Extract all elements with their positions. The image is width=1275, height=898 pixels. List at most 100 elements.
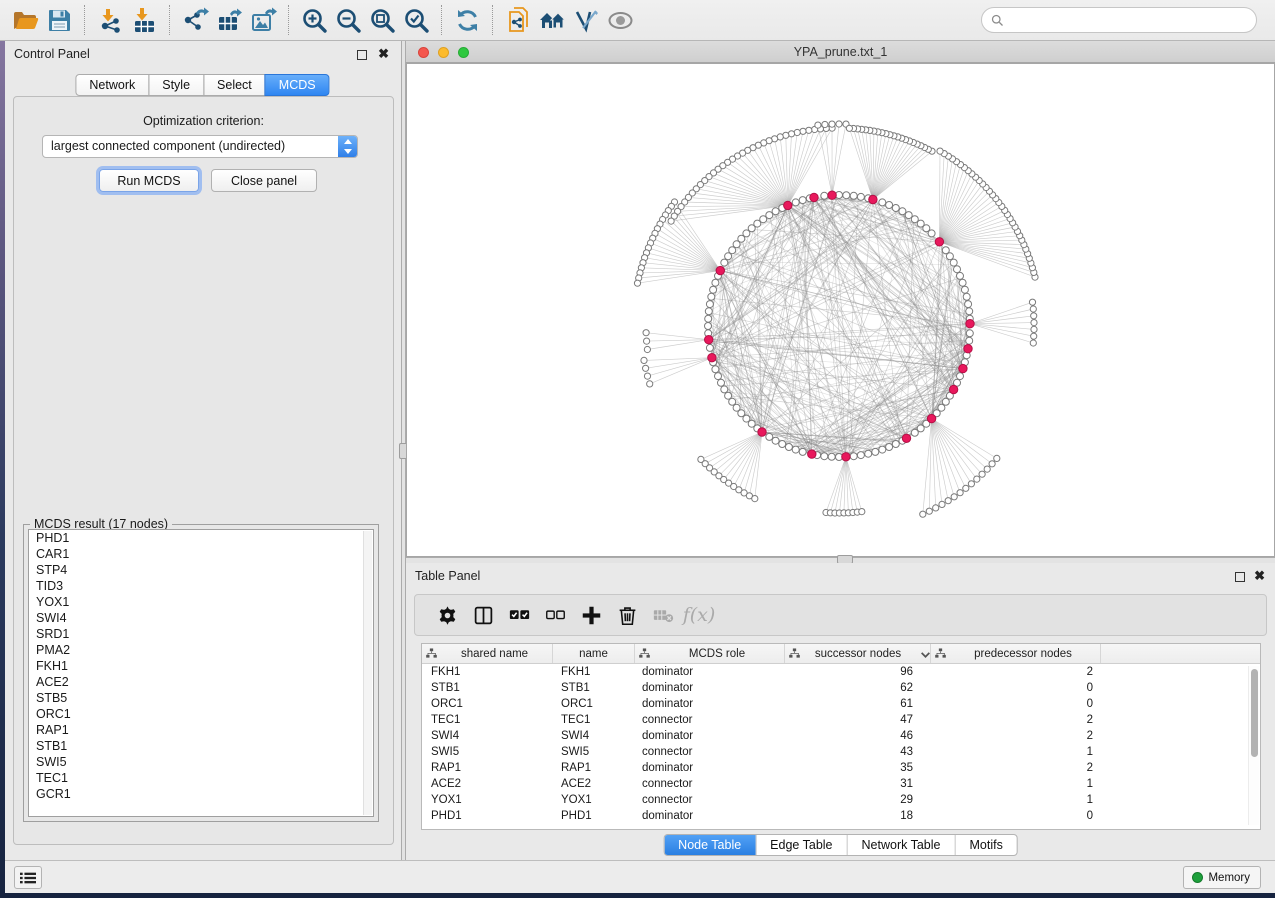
table-row[interactable]: FKH1FKH1dominator962: [422, 664, 1260, 680]
tab-motifs[interactable]: Motifs: [954, 835, 1016, 855]
column-header-predecessor-nodes[interactable]: predecessor nodes: [931, 644, 1101, 663]
share-document-icon[interactable]: [501, 3, 535, 37]
table-row[interactable]: TEC1TEC1connector472: [422, 712, 1260, 728]
close-table-panel-icon[interactable]: ✖: [1254, 568, 1265, 584]
cell-successor-nodes: 61: [785, 696, 931, 712]
cell-MCDS-role: connector: [635, 712, 785, 728]
zoom-in-icon[interactable]: [297, 3, 331, 37]
cell-MCDS-role: connector: [635, 776, 785, 792]
tab-node-table[interactable]: Node Table: [664, 835, 755, 855]
mcds-result-item[interactable]: PHD1: [29, 530, 373, 546]
select-stepper-icon[interactable]: [338, 136, 357, 157]
column-header-name[interactable]: name: [553, 644, 635, 663]
mcds-result-item[interactable]: ORC1: [29, 706, 373, 722]
cell-name: SWI4: [553, 728, 635, 744]
column-header-filler: [1101, 644, 1260, 663]
cell-name: ACE2: [553, 776, 635, 792]
mcds-result-item[interactable]: RAP1: [29, 722, 373, 738]
table-header-row: shared namenameMCDS rolesuccessor nodesp…: [422, 644, 1260, 664]
mcds-result-item[interactable]: YOX1: [29, 594, 373, 610]
close-panel-button[interactable]: Close panel: [211, 169, 317, 192]
table-row[interactable]: SWI4SWI4dominator462: [422, 728, 1260, 744]
table-row[interactable]: PHD1PHD1dominator180: [422, 808, 1260, 824]
network-canvas[interactable]: [406, 63, 1275, 557]
zoom-fit-icon[interactable]: [365, 3, 399, 37]
tab-network[interactable]: Network: [75, 74, 149, 96]
mcds-result-item[interactable]: TID3: [29, 578, 373, 594]
unselect-all-columns-icon[interactable]: [537, 600, 573, 630]
memory-button[interactable]: Memory: [1183, 866, 1261, 889]
tab-network-table[interactable]: Network Table: [847, 835, 955, 855]
cell-shared-name: STB1: [422, 680, 553, 696]
cell-successor-nodes: 62: [785, 680, 931, 696]
mcds-result-item[interactable]: PMA2: [29, 642, 373, 658]
mcds-result-item[interactable]: GCR1: [29, 786, 373, 802]
cell-successor-nodes: 18: [785, 808, 931, 824]
cell-shared-name: YOX1: [422, 792, 553, 808]
cell-successor-nodes: 29: [785, 792, 931, 808]
pen-slash-icon[interactable]: [569, 3, 603, 37]
mcds-result-item[interactable]: STB5: [29, 690, 373, 706]
cell-shared-name: ORC1: [422, 696, 553, 712]
mcds-result-item[interactable]: TEC1: [29, 770, 373, 786]
add-icon[interactable]: [573, 600, 609, 630]
column-header-shared-name[interactable]: shared name: [422, 644, 553, 663]
mcds-result-item[interactable]: ACE2: [29, 674, 373, 690]
automation-panel-button[interactable]: [14, 866, 42, 889]
settings-gear-icon[interactable]: [429, 600, 465, 630]
column-layout-icon[interactable]: [465, 600, 501, 630]
mcds-result-item[interactable]: CAR1: [29, 546, 373, 562]
cell-name: FKH1: [553, 664, 635, 680]
mcds-result-item[interactable]: STP4: [29, 562, 373, 578]
function-builder-icon: f(x): [681, 600, 717, 630]
import-network-icon[interactable]: [93, 3, 127, 37]
tab-select[interactable]: Select: [203, 74, 266, 96]
export-image-icon[interactable]: [246, 3, 280, 37]
table-row[interactable]: YOX1YOX1connector291: [422, 792, 1260, 808]
tab-mcds[interactable]: MCDS: [265, 74, 330, 96]
export-network-icon[interactable]: [178, 3, 212, 37]
mcds-result-item[interactable]: SRD1: [29, 626, 373, 642]
refresh-icon[interactable]: [450, 3, 484, 37]
double-house-icon[interactable]: [535, 3, 569, 37]
export-table-icon[interactable]: [212, 3, 246, 37]
search-box[interactable]: [981, 7, 1257, 33]
float-table-panel-icon[interactable]: [1235, 572, 1245, 582]
save-session-icon[interactable]: [42, 3, 76, 37]
mcds-result-item[interactable]: STB1: [29, 738, 373, 754]
control-panel-titlebar: Control Panel ✖: [5, 41, 401, 67]
memory-status-icon: [1192, 872, 1203, 883]
mcds-result-item[interactable]: FKH1: [29, 658, 373, 674]
float-panel-icon[interactable]: [357, 50, 367, 60]
search-input[interactable]: [1005, 10, 1256, 30]
tab-edge-table[interactable]: Edge Table: [755, 835, 846, 855]
column-header-successor-nodes[interactable]: successor nodes: [785, 644, 931, 663]
run-mcds-button[interactable]: Run MCDS: [99, 169, 199, 192]
delete-icon[interactable]: [609, 600, 645, 630]
table-row[interactable]: SWI5SWI5connector431: [422, 744, 1260, 760]
mcds-result-item[interactable]: SWI4: [29, 610, 373, 626]
cell-name: RAP1: [553, 760, 635, 776]
mcds-list-scrollbar[interactable]: [363, 531, 372, 815]
tab-style[interactable]: Style: [148, 74, 204, 96]
zoom-out-icon[interactable]: [331, 3, 365, 37]
close-panel-icon[interactable]: ✖: [378, 46, 389, 62]
zoom-selected-icon[interactable]: [399, 3, 433, 37]
criterion-select[interactable]: largest connected component (undirected): [42, 135, 358, 158]
table-scrollbar[interactable]: [1248, 666, 1259, 825]
table-row[interactable]: ACE2ACE2connector311: [422, 776, 1260, 792]
cell-MCDS-role: dominator: [635, 760, 785, 776]
table-row[interactable]: STB1STB1dominator620: [422, 680, 1260, 696]
eye-icon[interactable]: [603, 3, 637, 37]
column-header-MCDS-role[interactable]: MCDS role: [635, 644, 785, 663]
table-row[interactable]: ORC1ORC1dominator610: [422, 696, 1260, 712]
mcds-result-item[interactable]: SWI5: [29, 754, 373, 770]
import-table-icon[interactable]: [127, 3, 161, 37]
table-row[interactable]: RAP1RAP1dominator352: [422, 760, 1260, 776]
network-window-titlebar[interactable]: YPA_prune.txt_1: [406, 41, 1275, 63]
cell-predecessor-nodes: 0: [931, 680, 1101, 696]
select-all-columns-icon[interactable]: [501, 600, 537, 630]
open-file-icon[interactable]: [8, 3, 42, 37]
table-scrollbar-thumb[interactable]: [1251, 669, 1258, 757]
mcds-result-list[interactable]: PHD1CAR1STP4TID3YOX1SWI4SRD1PMA2FKH1ACE2…: [28, 529, 374, 817]
